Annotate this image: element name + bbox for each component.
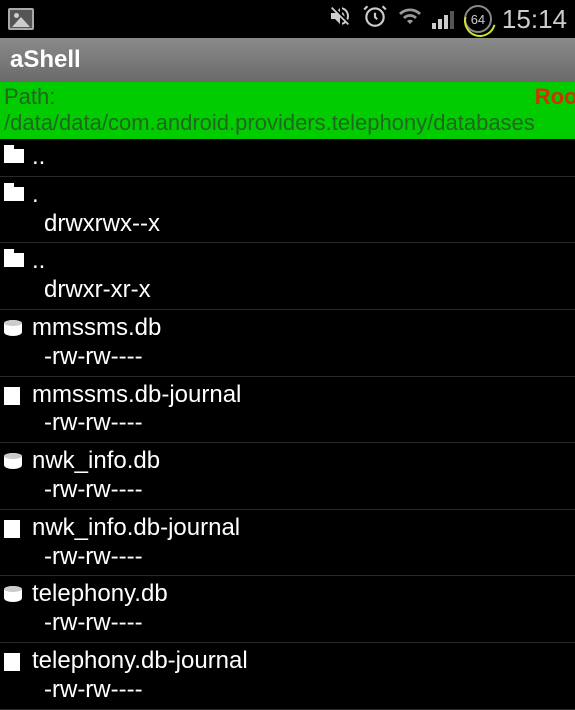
list-item[interactable]: mmssms.db-journal -rw-rw----: [0, 377, 575, 444]
file-name: ..: [32, 143, 45, 172]
alarm-icon: [362, 3, 388, 35]
list-item[interactable]: nwk_info.db -rw-rw----: [0, 443, 575, 510]
wifi-icon: [398, 4, 422, 34]
root-indicator: Root: [535, 84, 575, 137]
status-bar: 64 15:14: [0, 0, 575, 38]
file-name: nwk_info.db-journal: [32, 514, 240, 543]
folder-icon: [4, 187, 24, 203]
folder-icon: [4, 149, 24, 165]
list-item[interactable]: .. drwxr-xr-x: [0, 243, 575, 310]
battery-percent: 64: [471, 12, 485, 27]
file-list: .. . drwxrwx--x .. drwxr-xr-x mmssms.db …: [0, 139, 575, 710]
file-permissions: -rw-rw----: [32, 343, 161, 372]
path-bar: Path: /data/data/com.android.providers.t…: [0, 82, 575, 139]
file-name: mmssms.db: [32, 314, 161, 343]
file-permissions: -rw-rw----: [32, 476, 160, 505]
file-name: mmssms.db-journal: [32, 381, 241, 410]
file-name: telephony.db-journal: [32, 647, 248, 676]
database-icon: [4, 320, 24, 336]
database-icon: [4, 586, 24, 602]
list-item[interactable]: mmssms.db -rw-rw----: [0, 310, 575, 377]
file-icon: [4, 653, 24, 669]
file-permissions: -rw-rw----: [32, 676, 248, 705]
image-notification-icon: [8, 8, 34, 30]
database-icon: [4, 453, 24, 469]
file-permissions: drwxr-xr-x: [32, 276, 151, 305]
file-permissions: drwxrwx--x: [32, 210, 160, 239]
list-item[interactable]: telephony.db -rw-rw----: [0, 576, 575, 643]
list-item[interactable]: nwk_info.db-journal -rw-rw----: [0, 510, 575, 577]
file-permissions: -rw-rw----: [32, 609, 168, 638]
list-item[interactable]: ..: [0, 139, 575, 177]
signal-icon: [432, 9, 454, 29]
title-bar: aShell: [0, 38, 575, 82]
clock: 15:14: [502, 4, 567, 35]
file-name: nwk_info.db: [32, 447, 160, 476]
current-path: Path: /data/data/com.android.providers.t…: [4, 84, 535, 137]
status-left: [8, 8, 34, 30]
status-right: 64 15:14: [328, 3, 567, 35]
file-name: telephony.db: [32, 580, 168, 609]
file-name: ..: [32, 247, 151, 276]
app-title: aShell: [10, 46, 81, 74]
file-permissions: -rw-rw----: [32, 409, 241, 438]
folder-icon: [4, 253, 24, 269]
battery-indicator: 64: [464, 5, 492, 33]
file-permissions: -rw-rw----: [32, 543, 240, 572]
list-item[interactable]: . drwxrwx--x: [0, 177, 575, 244]
file-icon: [4, 520, 24, 536]
mute-icon: [328, 4, 352, 34]
file-icon: [4, 387, 24, 403]
file-name: .: [32, 181, 160, 210]
